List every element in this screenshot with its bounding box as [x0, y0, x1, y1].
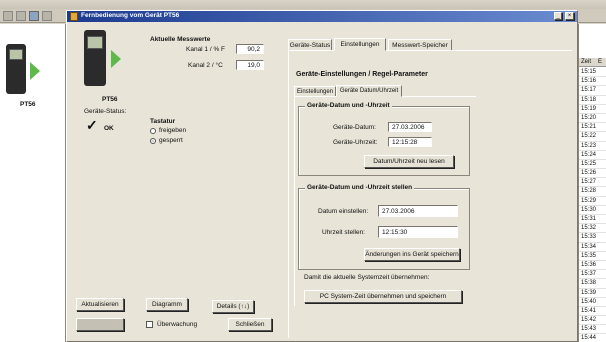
tastatur-radio-gesperrt[interactable]: gesperrt: [150, 137, 210, 146]
kanal1-label: Kanal 1 / % F: [186, 46, 226, 53]
table-body: 15:15 15:16 15:17 15:18 15:19 15:20 15:21 15:22…: [579, 68, 606, 342]
table-row[interactable]: 15:15: [579, 68, 606, 78]
geraete-uhrzeit-value: 12:15:28: [388, 137, 432, 147]
table-row[interactable]: 15:24: [579, 151, 606, 160]
table-row[interactable]: 15:41: [579, 307, 606, 317]
table-row[interactable]: 15:29: [579, 197, 606, 206]
table-row[interactable]: 15:35: [579, 252, 606, 261]
table-row[interactable]: 15:27: [579, 178, 606, 188]
device-label: PT56: [102, 96, 118, 103]
table-row[interactable]: 15:22: [579, 132, 606, 142]
left-device-item[interactable]: PT56: [6, 44, 64, 114]
table-row[interactable]: 15:26: [579, 169, 606, 179]
tastatur-radio-freigeben[interactable]: freigeben: [150, 127, 210, 136]
table-row[interactable]: 15:39: [579, 289, 606, 298]
aktualisieren-button[interactable]: Aktualisieren: [76, 298, 124, 311]
table-row[interactable]: 15:36: [579, 261, 606, 271]
table-row[interactable]: 15:16: [579, 77, 606, 87]
radio-selected-icon: [150, 138, 156, 144]
check-icon: ✓: [86, 117, 98, 133]
datum-einstellen-input[interactable]: 27.03.2006: [378, 205, 458, 217]
diagramm-button[interactable]: Diagramm: [146, 298, 188, 311]
window-icon: [70, 12, 78, 21]
time-list: 15:15 15:16 15:17 15:18 15:19 15:20 15:21 15:22…: [579, 68, 606, 342]
toolbar-icon[interactable]: [42, 11, 52, 21]
window-title: Fernbedienung vom Gerät PT56: [81, 12, 180, 19]
table-row[interactable]: 15:19: [579, 105, 606, 114]
details-button[interactable]: Details (↑↓): [212, 300, 254, 313]
tastatur-option-label: gesperrt: [159, 137, 183, 144]
device-icon: [6, 44, 26, 94]
tastatur-option-label: freigeben: [159, 127, 187, 134]
table-row[interactable]: 15:17: [579, 86, 606, 96]
device-status-label: Geräte-Status:: [84, 108, 127, 115]
right-data-table: Zeit E 15:15 15:16 15:17 15:18 15:19 15:20 15:…: [578, 24, 606, 342]
table-row[interactable]: 15:37: [579, 270, 606, 280]
system-zeit-button[interactable]: PC System-Zeit übernehmen und speichern: [304, 290, 462, 303]
table-row[interactable]: 15:42: [579, 316, 606, 326]
tab-einstellungen[interactable]: Einstellungen: [334, 38, 386, 51]
datum-neu-lesen-button[interactable]: Datum/Uhrzeit neu lesen: [364, 155, 454, 168]
geraete-datum-value: 27.03.2006: [388, 122, 432, 132]
table-row[interactable]: 15:32: [579, 224, 606, 234]
blank-button[interactable]: [76, 318, 124, 331]
geraete-datum-label: Geräte-Datum:: [333, 124, 376, 131]
kanal1-value: 90,2: [236, 44, 264, 54]
toolbar-icon[interactable]: [16, 11, 26, 21]
table-header-row: Zeit E: [579, 58, 606, 67]
table-header-cell: E: [598, 59, 603, 65]
ueberwachung-checkbox[interactable]: Überwachung: [146, 320, 204, 330]
table-row[interactable]: 15:43: [579, 325, 606, 335]
table-row[interactable]: 15:40: [579, 298, 606, 307]
main-device: PT56 Geräte-Status: ✓ OK: [84, 30, 144, 140]
messwerte-title: Aktuelle Messwerte: [150, 36, 211, 43]
aenderungen-speichern-button[interactable]: Änderungen ins Gerät speichern: [364, 248, 460, 261]
minimize-button[interactable]: _: [554, 12, 562, 20]
uhrzeit-stellen-label: Uhrzeit stellen:: [322, 229, 365, 236]
table-row[interactable]: 15:23: [579, 142, 606, 151]
table-row[interactable]: 15:21: [579, 123, 606, 133]
settings-heading: Geräte-Einstellungen / Regel-Parameter: [296, 71, 428, 78]
checkbox-icon: [146, 321, 153, 328]
device-icon: [84, 30, 106, 86]
table-row[interactable]: 15:44: [579, 334, 606, 342]
table-row[interactable]: 15:18: [579, 96, 606, 105]
system-zeit-text: Damit die aktuelle Systemzeit übernehmen…: [304, 274, 430, 281]
kanal2-label: Kanal 2 / °C: [188, 62, 223, 69]
outer-app-titlebar: [0, 0, 606, 9]
radio-icon: [150, 128, 156, 134]
left-device-label: PT56: [20, 101, 36, 108]
schliessen-button[interactable]: Schließen: [228, 318, 272, 331]
arrow-icon: [30, 62, 40, 80]
toolbar-icon[interactable]: [29, 11, 39, 21]
datum-stellen-title: Geräte-Datum und -Uhrzeit stellen: [305, 184, 415, 191]
arrow-icon: [111, 50, 121, 68]
table-row[interactable]: 15:31: [579, 215, 606, 225]
toolbar-icon[interactable]: [3, 11, 13, 21]
table-row[interactable]: 15:34: [579, 243, 606, 252]
table-row[interactable]: 15:33: [579, 233, 606, 243]
table-row[interactable]: 15:25: [579, 160, 606, 170]
table-row[interactable]: 15:20: [579, 114, 606, 124]
geraete-uhrzeit-label: Geräte-Uhrzeit:: [333, 139, 378, 146]
close-button[interactable]: ×: [565, 12, 574, 20]
kanal2-value: 19,0: [236, 60, 264, 70]
tastatur-title: Tastatur: [150, 118, 176, 125]
datum-einstellen-label: Datum einstellen:: [318, 208, 369, 215]
table-row[interactable]: 15:28: [579, 187, 606, 197]
subtab-geraete-datum[interactable]: Geräte Datum/Uhrzeit: [336, 85, 402, 97]
table-row[interactable]: 15:38: [579, 279, 606, 289]
uhrzeit-stellen-input[interactable]: 12:15:30: [378, 226, 458, 238]
datum-uhrzeit-title: Geräte-Datum und -Uhrzeit: [305, 102, 392, 109]
table-row[interactable]: 15:30: [579, 206, 606, 215]
ueberwachung-label: Überwachung: [157, 321, 198, 328]
status-ok: OK: [104, 125, 114, 132]
table-header-cell: Zeit: [581, 59, 592, 65]
